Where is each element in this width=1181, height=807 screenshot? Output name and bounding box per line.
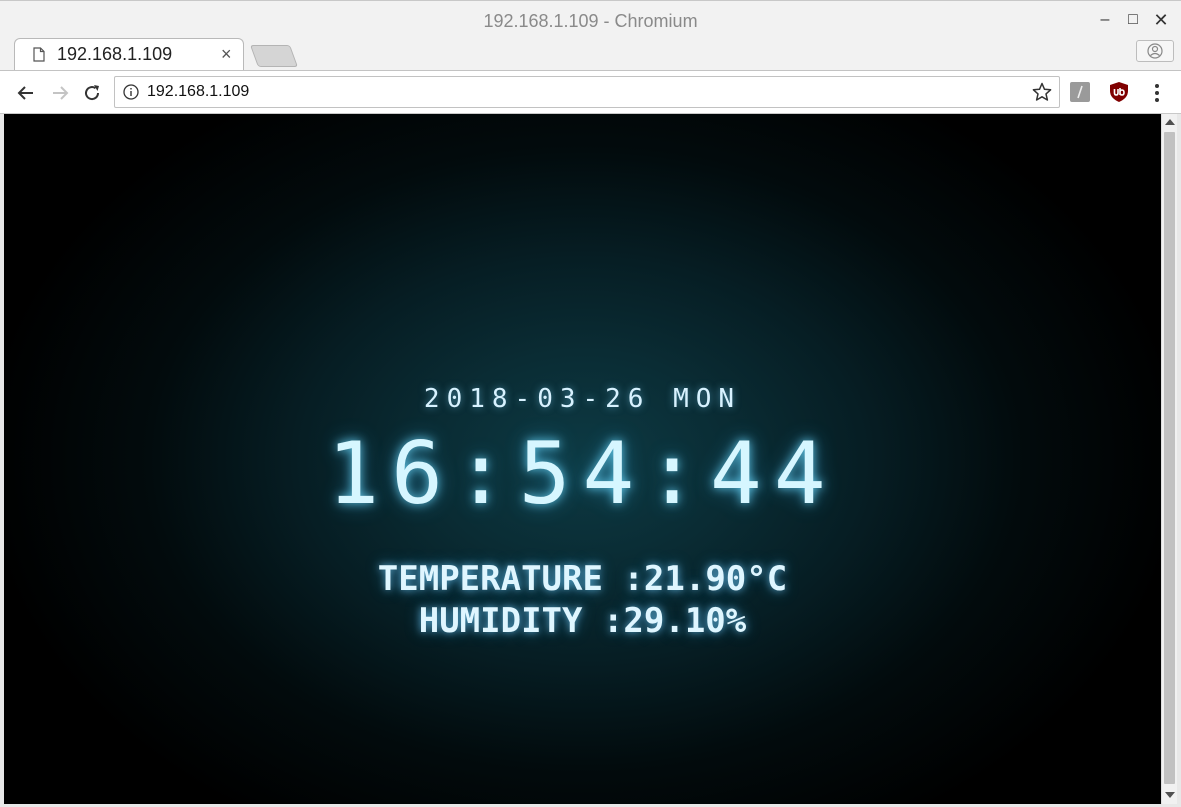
time-text: 16:54:44 (327, 424, 838, 524)
arrow-right-icon (53, 86, 69, 100)
profile-button[interactable] (1136, 40, 1174, 62)
tab-strip: 192.168.1.109 × (0, 38, 1181, 70)
close-window-button[interactable]: ✕ (1150, 9, 1172, 31)
address-bar[interactable]: 192.168.1.109 (114, 76, 1060, 108)
bookmark-star-icon[interactable] (1031, 81, 1053, 103)
menu-button[interactable] (1147, 81, 1167, 105)
menu-dot-icon (1155, 91, 1159, 95)
back-button[interactable] (14, 81, 38, 105)
clock-display: 2018-03-26 MON 16:54:44 TEMPERATURE :21.… (4, 114, 1161, 804)
window-title: 192.168.1.109 - Chromium (483, 11, 698, 31)
ublock-icon[interactable] (1108, 81, 1130, 103)
tab-close-icon[interactable]: × (221, 44, 232, 65)
browser-toolbar: 192.168.1.109 (0, 70, 1181, 114)
page-icon (33, 47, 45, 62)
arrow-left-icon (17, 86, 33, 100)
user-icon (1147, 43, 1163, 59)
reload-icon (85, 85, 100, 101)
menu-dot-icon (1155, 84, 1159, 88)
tab-title: 192.168.1.109 (57, 44, 173, 64)
maximize-button[interactable]: □ (1122, 9, 1144, 31)
shield-icon (1110, 82, 1128, 102)
page-viewport: 2018-03-26 MON 16:54:44 TEMPERATURE :21.… (4, 114, 1161, 804)
forward-button[interactable] (48, 81, 72, 105)
scroll-down-icon[interactable] (1165, 792, 1175, 798)
menu-dot-icon (1155, 98, 1159, 102)
vertical-scrollbar[interactable] (1161, 114, 1177, 804)
info-icon[interactable] (123, 84, 139, 100)
scrollbar-thumb[interactable] (1164, 132, 1175, 784)
window-border (1177, 114, 1181, 807)
title-bar: 192.168.1.109 - Chromium – □ ✕ (0, 0, 1181, 40)
temperature-text: TEMPERATURE :21.90°C (377, 559, 788, 599)
reload-button[interactable] (80, 81, 104, 105)
new-tab-button[interactable] (249, 45, 299, 67)
url-text[interactable]: 192.168.1.109 (147, 83, 249, 101)
extension-icon[interactable] (1070, 82, 1090, 102)
scroll-up-icon[interactable] (1165, 119, 1175, 125)
minimize-button[interactable]: – (1094, 9, 1116, 31)
date-text: 2018-03-26 MON (423, 384, 742, 414)
slash-icon (1077, 85, 1083, 99)
humidity-text: HUMIDITY :29.10% (418, 601, 747, 641)
tab-active[interactable]: 192.168.1.109 × (14, 38, 244, 70)
